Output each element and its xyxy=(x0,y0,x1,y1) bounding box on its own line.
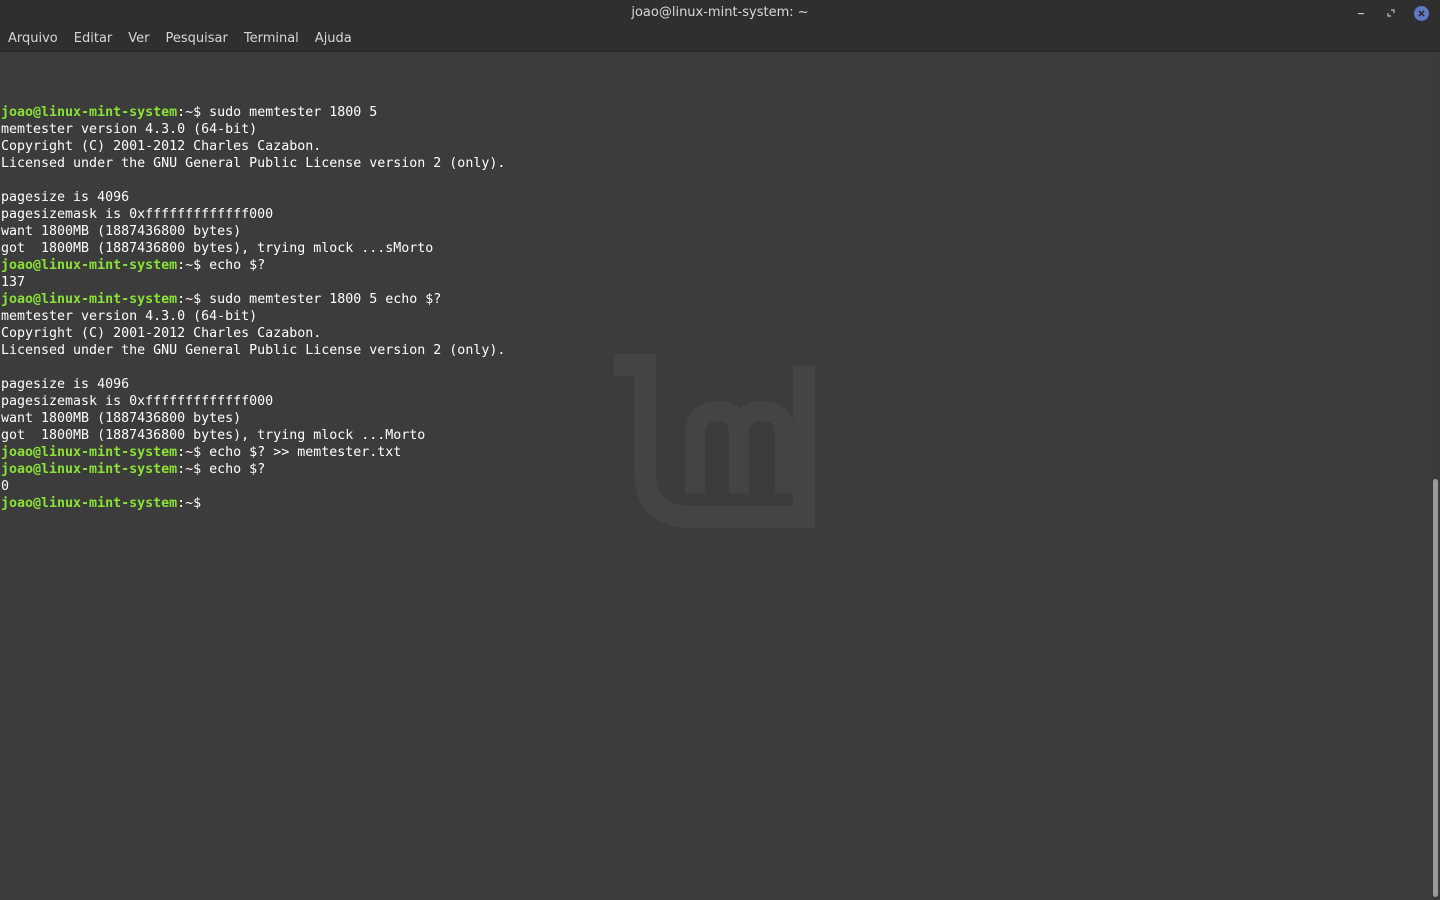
maximize-button[interactable] xyxy=(1380,3,1402,23)
output-line: got 1800MB (1887436800 bytes), trying ml… xyxy=(1,241,434,256)
prompt-line: joao@linux-mint-system:~$ echo $? xyxy=(1,461,505,478)
prompt-user-host: joao@linux-mint-system xyxy=(1,258,178,273)
output-line: got 1800MB (1887436800 bytes), trying ml… xyxy=(1,428,426,443)
title-bar[interactable]: joao@linux-mint-system: ~ xyxy=(0,0,1440,27)
terminal-output: joao@linux-mint-system:~$ sudo memtester… xyxy=(1,53,505,512)
output-line: pagesizemask is 0xfffffffffffff000 xyxy=(1,207,274,222)
command-text: echo $? xyxy=(209,258,266,273)
prompt-user-host: joao@linux-mint-system xyxy=(1,445,178,460)
command-text: echo $? >> memtester.txt xyxy=(209,445,402,460)
terminal-area[interactable]: joao@linux-mint-system:~$ sudo memtester… xyxy=(0,53,1430,900)
output-line: pagesize is 4096 xyxy=(1,190,130,205)
close-icon xyxy=(1413,5,1429,21)
output-line: pagesize is 4096 xyxy=(1,377,130,392)
window-controls xyxy=(1350,3,1432,23)
minimize-button[interactable] xyxy=(1350,3,1372,23)
output-line: 0 xyxy=(1,479,10,494)
menu-arquivo[interactable]: Arquivo xyxy=(0,27,66,52)
command-text: sudo memtester 1800 5 echo $? xyxy=(209,292,442,307)
window-title: joao@linux-mint-system: ~ xyxy=(631,5,809,20)
menu-editar[interactable]: Editar xyxy=(66,27,121,52)
prompt-path: :~$ xyxy=(177,496,210,511)
prompt-line: joao@linux-mint-system:~$ echo $? >> mem… xyxy=(1,444,505,461)
prompt-line: joao@linux-mint-system:~$ sudo memtester… xyxy=(1,291,505,308)
menu-bar: Arquivo Editar Ver Pesquisar Terminal Aj… xyxy=(0,27,1440,52)
prompt-user-host: joao@linux-mint-system xyxy=(1,496,178,511)
prompt-path: :~$ xyxy=(177,445,210,460)
minimize-icon xyxy=(1358,13,1364,15)
output-line: want 1800MB (1887436800 bytes) xyxy=(1,411,242,426)
output-line: Copyright (C) 2001-2012 Charles Cazabon. xyxy=(1,139,322,154)
prompt-line: joao@linux-mint-system:~$ sudo memtester… xyxy=(1,104,505,121)
prompt-path: :~$ xyxy=(177,462,210,477)
output-line: Copyright (C) 2001-2012 Charles Cazabon. xyxy=(1,326,322,341)
command-text: sudo memtester 1800 5 xyxy=(209,105,378,120)
text-cursor xyxy=(209,495,217,510)
output-line: want 1800MB (1887436800 bytes) xyxy=(1,224,242,239)
scrollbar-thumb[interactable] xyxy=(1433,479,1438,897)
output-line: Licensed under the GNU General Public Li… xyxy=(1,156,506,171)
output-line: 137 xyxy=(1,275,26,290)
prompt-line: joao@linux-mint-system:~$ xyxy=(1,495,505,512)
close-button[interactable] xyxy=(1410,3,1432,23)
prompt-user-host: joao@linux-mint-system xyxy=(1,292,178,307)
output-line: memtester version 4.3.0 (64-bit) xyxy=(1,309,258,324)
output-line: Licensed under the GNU General Public Li… xyxy=(1,343,506,358)
command-text: echo $? xyxy=(209,462,266,477)
prompt-path: :~$ xyxy=(177,292,210,307)
menu-terminal[interactable]: Terminal xyxy=(236,27,307,52)
prompt-user-host: joao@linux-mint-system xyxy=(1,462,178,477)
output-line: memtester version 4.3.0 (64-bit) xyxy=(1,122,258,137)
menu-ver[interactable]: Ver xyxy=(120,27,157,52)
menu-pesquisar[interactable]: Pesquisar xyxy=(158,27,236,52)
maximize-icon xyxy=(1387,9,1395,17)
prompt-line: joao@linux-mint-system:~$ echo $? xyxy=(1,257,505,274)
prompt-path: :~$ xyxy=(177,258,210,273)
prompt-user-host: joao@linux-mint-system xyxy=(1,105,178,120)
linux-mint-logo-icon xyxy=(614,354,815,528)
scrollbar[interactable] xyxy=(1430,53,1440,900)
output-line: pagesizemask is 0xfffffffffffff000 xyxy=(1,394,274,409)
terminal-window: joao@linux-mint-system: ~ Arquivo Editar… xyxy=(0,0,1440,900)
prompt-path: :~$ xyxy=(177,105,210,120)
menu-ajuda[interactable]: Ajuda xyxy=(307,27,360,52)
